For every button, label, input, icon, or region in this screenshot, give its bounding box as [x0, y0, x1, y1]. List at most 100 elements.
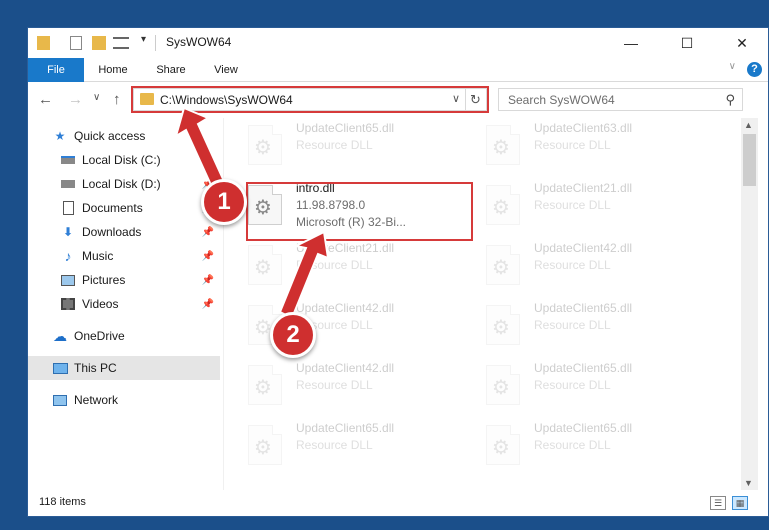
sidebar-item-videos[interactable]: Videos 📌 [28, 292, 220, 316]
sidebar-item-pictures[interactable]: Pictures 📌 [28, 268, 220, 292]
gear-icon: ⚙ [254, 137, 272, 159]
file-type: Resource DLL [296, 138, 373, 152]
file-type: Resource DLL [534, 378, 611, 392]
search-icon[interactable]: ⚲ [725, 92, 735, 108]
dll-file-icon: ⚙ [486, 425, 520, 465]
file-tile[interactable]: ⚙ UpdateClient21.dll Resource DLL [224, 238, 454, 288]
close-icon: ✕ [736, 34, 748, 51]
forward-arrow-icon[interactable]: → [68, 91, 83, 108]
file-name: UpdateClient65.dll [534, 361, 633, 375]
vertical-scrollbar[interactable]: ▲ ▼ [741, 118, 758, 490]
file-name: UpdateClient42.dll [296, 361, 395, 375]
help-icon[interactable]: ? [747, 62, 762, 77]
gear-icon: ⚙ [492, 437, 510, 459]
file-tile[interactable]: ⚙ UpdateClient21.dll Resource DLL [462, 178, 692, 228]
file-name: UpdateClient63.dll [534, 121, 633, 135]
search-box[interactable]: ⚲ [498, 88, 743, 111]
item-count: 118 items [39, 496, 86, 508]
new-folder-icon[interactable] [92, 36, 106, 50]
drive-icon [60, 152, 76, 168]
tiles-view-icon[interactable]: ▦ [732, 496, 748, 510]
back-arrow-icon[interactable]: ← [38, 91, 53, 108]
maximize-icon: ☐ [680, 34, 694, 51]
sidebar-item-label: Local Disk (D:) [82, 177, 161, 191]
gear-icon: ⚙ [492, 137, 510, 159]
pin-icon[interactable]: 📌 [202, 227, 214, 238]
properties-icon[interactable] [70, 36, 82, 50]
sidebar-item-label: Quick access [74, 129, 146, 143]
pin-icon[interactable]: 📌 [202, 275, 214, 286]
tab-share[interactable]: Share [146, 58, 196, 82]
sidebar-item-label: Local Disk (C:) [82, 153, 161, 167]
cloud-icon: ☁ [53, 327, 67, 344]
step-badge-1: 1 [201, 179, 247, 225]
gear-icon: ⚙ [254, 377, 272, 399]
dll-file-icon: ⚙ [248, 125, 282, 165]
tab-home[interactable]: Home [88, 58, 138, 82]
search-input[interactable] [499, 89, 714, 110]
file-type: Resource DLL [534, 438, 611, 452]
pin-icon[interactable]: 📌 [202, 299, 214, 310]
minimize-icon: — [624, 35, 638, 51]
maximize-button[interactable]: ☐ [664, 28, 710, 58]
recent-locations-icon[interactable]: ∨ [93, 92, 100, 103]
sidebar-item-network[interactable]: Network [28, 388, 220, 412]
chevron-down-icon[interactable]: ▾ [141, 34, 146, 50]
sidebar-item-label: OneDrive [74, 329, 125, 343]
step-badge-2: 2 [270, 312, 316, 358]
expand-ribbon-icon[interactable]: ∨ [729, 61, 736, 72]
sidebar-item-label: Pictures [82, 273, 126, 287]
navigation-pane: ★ Quick access Local Disk (C:) 📌 Local D… [28, 118, 223, 490]
tab-view[interactable]: View [203, 58, 249, 82]
dll-file-icon: ⚙ [486, 185, 520, 225]
file-type: Resource DLL [296, 438, 373, 452]
file-tile[interactable]: ⚙ UpdateClient42.dll Resource DLL [224, 298, 454, 348]
sidebar-item-music[interactable]: ♪ Music 📌 [28, 244, 220, 268]
file-type: Resource DLL [534, 318, 611, 332]
sidebar-item-onedrive[interactable]: ☁ OneDrive [28, 324, 220, 348]
folder-icon[interactable] [37, 36, 50, 50]
pin-icon[interactable]: 📌 [202, 251, 214, 262]
file-tile[interactable]: ⚙ UpdateClient63.dll Resource DLL [462, 118, 692, 168]
sidebar-item-quick-access[interactable]: ★ Quick access [28, 124, 220, 148]
title-bar: ▾ SysWOW64 — ☐ ✕ [28, 28, 768, 58]
sidebar-item-documents[interactable]: Documents 📌 [28, 196, 220, 220]
sidebar-item-downloads[interactable]: ⬇ Downloads 📌 [28, 220, 220, 244]
download-icon: ⬇ [62, 225, 74, 239]
sidebar-item-local-disk-c[interactable]: Local Disk (C:) 📌 [28, 148, 220, 172]
file-tile-highlight [246, 182, 473, 241]
dll-file-icon: ⚙ [248, 245, 282, 285]
sidebar-item-local-disk-d[interactable]: Local Disk (D:) 📌 [28, 172, 220, 196]
navigation-bar: ← → ∨ ↑ C:\Windows\SysWOW64 ∨ ↻ ⚲ [28, 83, 768, 117]
file-tile[interactable]: ⚙ UpdateClient65.dll Resource DLL [224, 418, 454, 468]
file-tile[interactable]: ⚙ UpdateClient42.dll Resource DLL [462, 238, 692, 288]
file-tile[interactable]: ⚙ UpdateClient65.dll Resource DLL [462, 358, 692, 408]
customize-toolbar-icon[interactable] [113, 37, 129, 49]
file-tile[interactable]: ⚙ UpdateClient65.dll Resource DLL [462, 298, 692, 348]
sidebar-item-this-pc[interactable]: This PC [28, 356, 220, 380]
file-name: UpdateClient42.dll [296, 301, 395, 315]
up-arrow-icon[interactable]: ↑ [113, 91, 121, 108]
file-type: Resource DLL [296, 378, 373, 392]
file-name: UpdateClient21.dll [296, 241, 395, 255]
gear-icon: ⚙ [492, 317, 510, 339]
file-tile[interactable]: ⚙ UpdateClient65.dll Resource DLL [462, 418, 692, 468]
file-tile[interactable]: ⚙ UpdateClient42.dll Resource DLL [224, 358, 454, 408]
pin-icon[interactable]: 📌 [202, 155, 214, 166]
close-button[interactable]: ✕ [719, 28, 765, 58]
star-icon: ★ [54, 129, 66, 143]
file-name: UpdateClient65.dll [534, 421, 633, 435]
details-view-icon[interactable]: ☰ [710, 496, 726, 510]
dll-file-icon: ⚙ [486, 305, 520, 345]
minimize-button[interactable]: — [608, 28, 654, 58]
tab-file[interactable]: File [28, 58, 84, 82]
scroll-thumb[interactable] [743, 134, 756, 186]
gear-icon: ⚙ [492, 257, 510, 279]
sidebar-item-label: Videos [82, 297, 119, 311]
network-icon [52, 392, 68, 408]
drive-icon [60, 176, 76, 192]
scroll-up-icon[interactable]: ▲ [744, 120, 753, 130]
documents-icon [60, 200, 76, 216]
scroll-down-icon[interactable]: ▼ [744, 478, 753, 488]
file-tile[interactable]: ⚙ UpdateClient65.dll Resource DLL [224, 118, 454, 168]
